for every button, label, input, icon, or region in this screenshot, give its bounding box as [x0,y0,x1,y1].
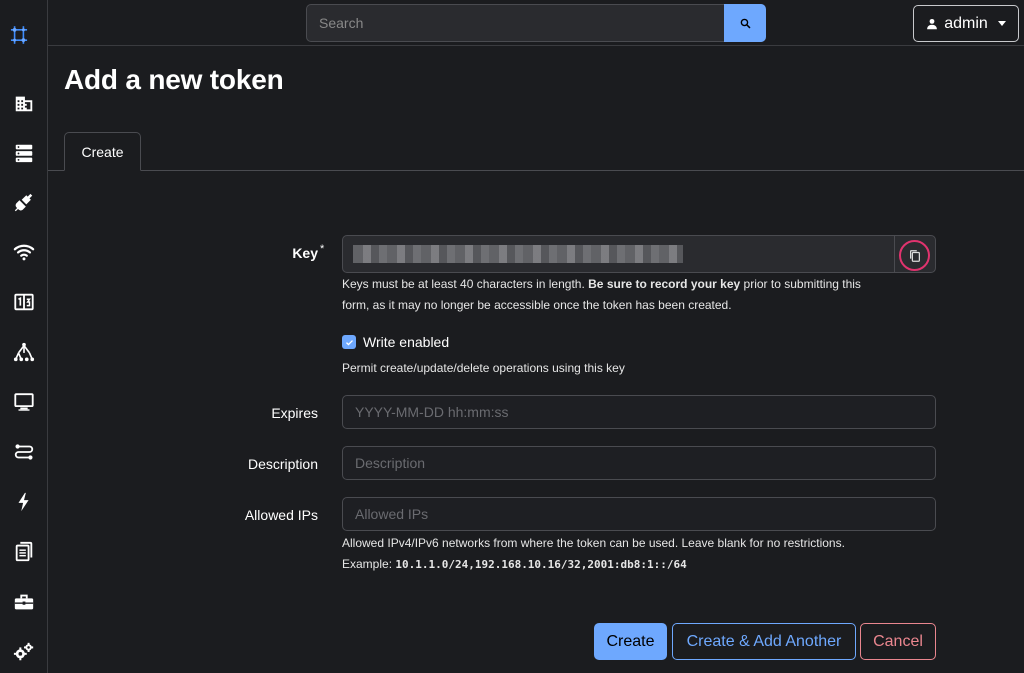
connections-icon[interactable] [12,191,36,215]
allowed-ips-field[interactable] [342,497,936,531]
tab-create[interactable]: Create [64,132,141,171]
create-button[interactable]: Create [594,623,667,660]
provisioning-icon[interactable] [12,540,36,564]
customization-icon[interactable] [12,590,36,614]
key-label: Key [292,245,318,261]
copy-divider [894,236,895,272]
search-form [306,4,766,42]
write-enabled-checkbox[interactable] [342,335,356,349]
username: admin [944,14,988,32]
devices-icon[interactable] [12,141,36,165]
copy-icon [909,249,920,262]
allowed-ips-label: Allowed IPs [244,507,318,523]
overlay-icon[interactable] [12,340,36,364]
circuits-icon[interactable] [12,440,36,464]
key-field[interactable] [342,235,936,273]
search-button[interactable] [724,4,766,42]
user-menu-button[interactable]: admin [913,5,1019,42]
organization-icon[interactable] [12,91,36,115]
page-title: Add a new token [64,64,284,95]
tab-bar: Create [48,132,1024,171]
sidebar [0,0,48,673]
power-icon[interactable] [12,490,36,514]
search-input[interactable] [306,4,724,42]
top-navbar: admin [48,0,1024,46]
expires-field[interactable] [342,395,936,429]
wireless-icon[interactable] [12,240,36,264]
check-icon [345,339,353,346]
write-enabled-help: Permit create/update/delete operations u… [342,361,625,375]
virtualization-icon[interactable] [12,390,36,414]
write-enabled-label[interactable]: Write enabled [363,334,449,350]
chevron-down-icon [997,21,1006,26]
copy-key-button[interactable] [899,240,930,271]
search-icon [740,18,751,29]
expires-label: Expires [271,405,318,421]
required-marker: * [320,243,325,255]
allowed-ips-example: 10.1.1.0/24,192.168.10.16/32,2001:db8:1:… [395,558,687,571]
cancel-button[interactable]: Cancel [860,623,936,660]
netbox-logo-icon[interactable] [8,24,38,54]
create-and-add-another-button[interactable]: Create & Add Another [672,623,856,660]
admin-settings-icon[interactable] [12,640,36,664]
user-icon [927,18,938,29]
key-value-redacted [353,245,683,263]
ipam-icon[interactable] [12,290,36,314]
key-help-text: Keys must be at least 40 characters in l… [342,277,861,312]
description-field[interactable] [342,446,936,480]
description-label: Description [247,456,318,472]
allowed-ips-help: Allowed IPv4/IPv6 networks from where th… [342,536,845,571]
